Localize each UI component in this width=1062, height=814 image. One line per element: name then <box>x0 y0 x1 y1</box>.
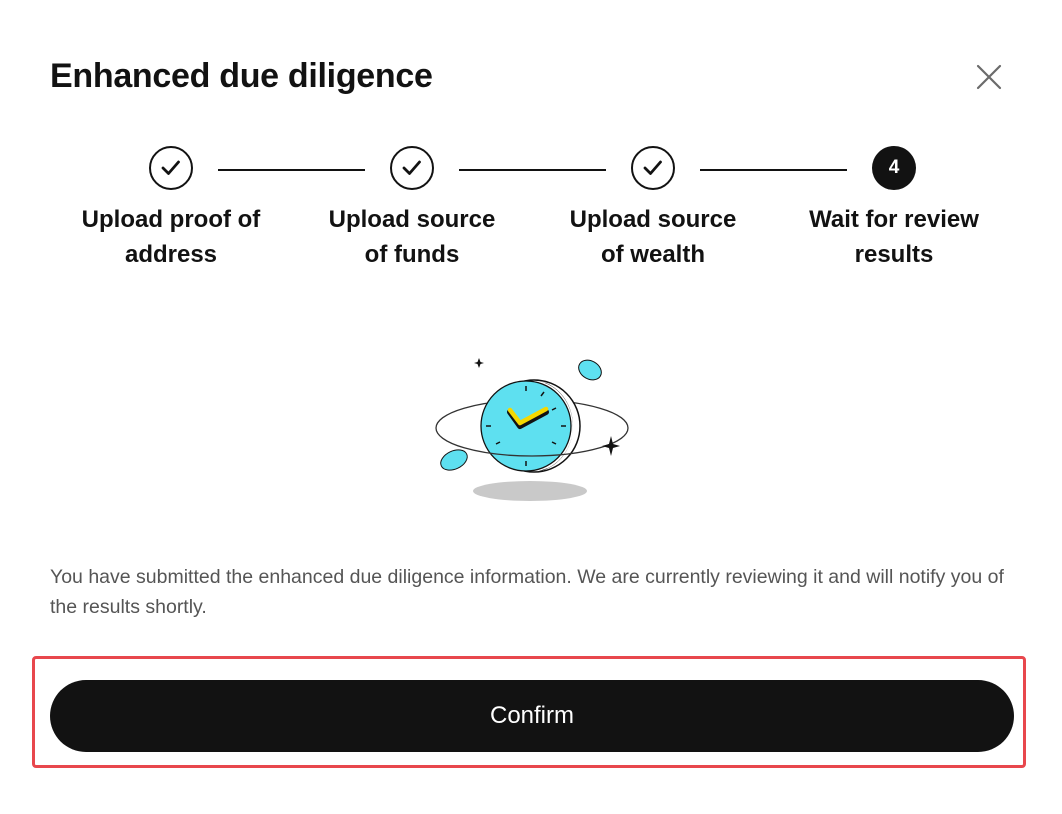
step-upload-source-of-wealth: Upload source of wealth <box>543 146 763 272</box>
step-number-badge: 4 <box>872 146 916 190</box>
step-wait-for-review-results: 4 Wait for review results <box>784 146 1004 272</box>
close-icon <box>976 64 1002 90</box>
confirm-button[interactable]: Confirm <box>50 680 1014 752</box>
step-status-done <box>390 146 434 190</box>
step-label: Wait for review results <box>784 202 1004 272</box>
step-label-line: of funds <box>364 241 460 268</box>
check-icon <box>643 160 662 175</box>
step-status-done <box>631 146 675 190</box>
submission-message: You have submitted the enhanced due dili… <box>50 566 1004 618</box>
step-label: Upload proof of address <box>61 202 281 272</box>
check-icon <box>161 160 180 175</box>
step-label-line: Wait for review <box>809 206 979 233</box>
step-label-line: Upload source <box>328 206 496 233</box>
check-icon <box>402 160 421 175</box>
enhanced-due-diligence-dialog: Enhanced due diligence Upload proof of a… <box>0 0 1062 814</box>
step-label-line: Upload source <box>569 206 737 233</box>
step-label-line: of wealth <box>600 241 705 268</box>
progress-stepper: Upload proof of address Upload source of… <box>0 146 1062 286</box>
clock-illustration <box>430 350 634 508</box>
step-label: Upload source of wealth <box>543 202 763 272</box>
step-label-line: Upload proof of <box>81 206 261 233</box>
close-button[interactable] <box>970 58 1008 96</box>
step-label-line: address <box>124 241 218 268</box>
dialog-title: Enhanced due diligence <box>50 57 433 95</box>
step-label-line: results <box>854 241 934 268</box>
step-upload-proof-of-address: Upload proof of address <box>61 146 281 272</box>
step-label: Upload source of funds <box>302 202 522 272</box>
step-upload-source-of-funds: Upload source of funds <box>302 146 522 272</box>
step-status-done <box>149 146 193 190</box>
